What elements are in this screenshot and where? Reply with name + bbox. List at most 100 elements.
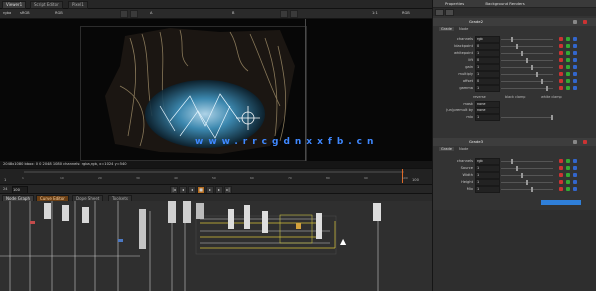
channel-chip[interactable] — [566, 86, 570, 90]
node-transform[interactable] — [168, 201, 176, 223]
collapse-icon[interactable] — [573, 20, 577, 24]
node-read[interactable] — [82, 207, 89, 223]
channel-chip[interactable] — [573, 166, 577, 170]
tab-viewer[interactable]: Viewer1 — [2, 1, 27, 9]
node-grade[interactable] — [262, 211, 268, 233]
channel-chip[interactable] — [573, 37, 577, 41]
channels-dropdown[interactable]: rgba — [3, 10, 11, 16]
channel-chip[interactable] — [573, 72, 577, 76]
node-graph-canvas[interactable]: ▲ — [0, 201, 432, 291]
knob-slider[interactable] — [501, 37, 553, 42]
knob-slider[interactable] — [501, 65, 553, 70]
channel-chip[interactable] — [559, 180, 563, 184]
view-mode-dropdown[interactable]: RGB — [55, 10, 63, 16]
knob-slider[interactable] — [501, 58, 553, 63]
tab-grade[interactable]: Grade — [439, 27, 454, 31]
channel-chip[interactable] — [559, 44, 563, 48]
channel-chip[interactable] — [573, 86, 577, 90]
node-write[interactable] — [316, 213, 322, 239]
node-grade[interactable] — [228, 209, 234, 229]
channel-chip[interactable] — [566, 166, 570, 170]
close-icon[interactable] — [583, 140, 587, 144]
check-reverse[interactable]: reverse — [473, 95, 486, 99]
node-name-field[interactable]: Grade2 — [469, 19, 483, 24]
knob-slider[interactable] — [501, 72, 553, 77]
mix-field[interactable]: 1 — [475, 114, 500, 121]
knob-value-field[interactable]: rgb — [475, 36, 500, 43]
tab-pixel[interactable]: Pixel1 — [68, 1, 88, 9]
channel-chip[interactable] — [573, 44, 577, 48]
knob-value-field[interactable]: 1 — [475, 165, 500, 172]
knob-slider[interactable] — [501, 51, 553, 56]
background-renders-tab[interactable]: Background Renders — [485, 1, 524, 6]
channel-chip[interactable] — [566, 65, 570, 69]
channel-chip[interactable] — [559, 65, 563, 69]
node-merge[interactable] — [139, 209, 146, 249]
channel-chip[interactable] — [559, 37, 563, 41]
node2-name-field[interactable]: Grade3 — [469, 139, 483, 144]
buffer-b-dropdown[interactable]: B — [232, 10, 234, 16]
timeline[interactable]: 1 10 20 30 40 50 60 70 80 90 100 1 100 — [0, 168, 432, 184]
channel-chip[interactable] — [573, 51, 577, 55]
pause-icon[interactable] — [290, 10, 298, 18]
channel-chip[interactable] — [566, 187, 570, 191]
knob-slider[interactable] — [501, 44, 553, 49]
channel-chip[interactable] — [566, 180, 570, 184]
knob-value-field[interactable]: 1 — [475, 64, 500, 71]
channel-chip[interactable] — [573, 159, 577, 163]
knob-slider[interactable] — [501, 86, 553, 91]
channel-chip[interactable] — [573, 173, 577, 177]
knob-value-field[interactable]: 1 — [475, 186, 500, 193]
lock-icon[interactable] — [120, 10, 128, 18]
check-white-clamp[interactable]: white clamp — [541, 95, 562, 99]
unpremult-dropdown[interactable]: none — [475, 107, 500, 114]
knob-value-field[interactable]: 1 — [475, 179, 500, 186]
mix-slider[interactable] — [501, 115, 553, 120]
knob-slider[interactable] — [501, 166, 553, 171]
node-viewer[interactable] — [373, 203, 381, 221]
tab-grade[interactable]: Grade — [439, 147, 454, 151]
clear-panels-icon[interactable] — [445, 9, 454, 16]
channel-chip[interactable] — [566, 37, 570, 41]
channel-chip[interactable] — [559, 187, 563, 191]
channel-chip[interactable] — [559, 166, 563, 170]
proxy-icon[interactable] — [130, 10, 138, 18]
check-black-clamp[interactable]: black clamp — [505, 95, 525, 99]
knob-value-field[interactable]: rgb — [475, 158, 500, 165]
channel-chip[interactable] — [559, 173, 563, 177]
channel-chip[interactable] — [559, 51, 563, 55]
max-panels-icon[interactable] — [435, 9, 444, 16]
node-grade[interactable] — [196, 203, 204, 219]
collapse-icon[interactable] — [573, 140, 577, 144]
knob-value-field[interactable]: 1 — [475, 50, 500, 57]
channel-chip[interactable] — [573, 180, 577, 184]
tab-node[interactable]: Node — [459, 27, 468, 31]
knob-value-field[interactable]: 1 — [475, 172, 500, 179]
channel-chip[interactable] — [573, 187, 577, 191]
node-transform[interactable] — [183, 201, 191, 223]
channel-chip[interactable] — [559, 159, 563, 163]
knob-slider[interactable] — [501, 187, 553, 192]
knob-value-field[interactable]: 1 — [475, 71, 500, 78]
knob-value-field[interactable]: 0 — [475, 43, 500, 50]
channel-chip[interactable] — [566, 58, 570, 62]
channel-chip[interactable] — [573, 65, 577, 69]
channel-chip[interactable] — [566, 79, 570, 83]
tab-script-editor[interactable]: Script Editor — [30, 1, 63, 9]
view-mode-right[interactable]: RGB — [402, 10, 410, 16]
knob-slider[interactable] — [501, 180, 553, 185]
channel-chip[interactable] — [559, 72, 563, 76]
channel-chip[interactable] — [566, 159, 570, 163]
channel-chip[interactable] — [559, 79, 563, 83]
knob-value-field[interactable]: 0 — [475, 57, 500, 64]
buffer-a-dropdown[interactable]: A — [150, 10, 152, 16]
node-selected[interactable] — [296, 223, 301, 229]
node-read[interactable] — [44, 203, 51, 219]
knob-value-field[interactable]: 0 — [475, 78, 500, 85]
timeline-track[interactable] — [24, 171, 404, 173]
channel-chip[interactable] — [559, 86, 563, 90]
node-read[interactable] — [62, 205, 69, 221]
knob-slider[interactable] — [501, 79, 553, 84]
zoom-dropdown[interactable]: 1:1 — [372, 10, 378, 16]
viewer-canvas[interactable]: www.rrcgdnxxfb.cn — [0, 19, 432, 161]
